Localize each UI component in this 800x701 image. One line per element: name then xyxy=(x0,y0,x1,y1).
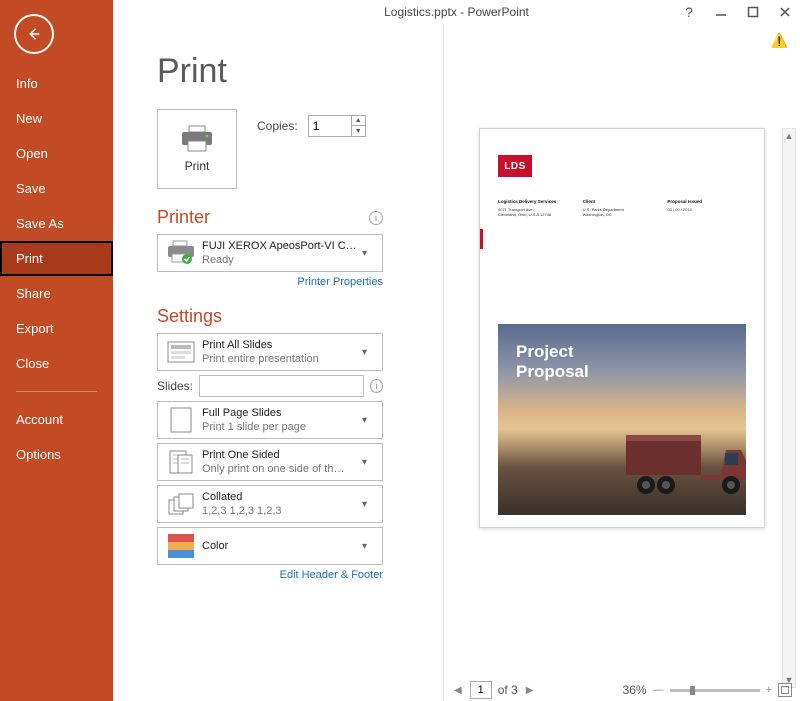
chevron-down-icon: ▾ xyxy=(362,541,376,552)
back-button[interactable] xyxy=(14,14,54,54)
fit-to-window-icon[interactable] xyxy=(778,683,792,697)
preview-page: LDS Logistics Delivery Services4071 Tran… xyxy=(479,128,765,528)
slide-title: ProjectProposal xyxy=(516,342,589,382)
print-button-label: Print xyxy=(185,159,210,173)
hero-image: ProjectProposal xyxy=(498,324,746,515)
copies-up-icon[interactable]: ▲ xyxy=(352,116,365,126)
chevron-down-icon: ▾ xyxy=(362,248,376,259)
page-number-input[interactable] xyxy=(470,681,492,699)
sidebar-item-saveas[interactable]: Save As xyxy=(0,206,113,241)
chevron-down-icon: ▾ xyxy=(362,499,376,510)
print-backstage: Print Print Copies: xyxy=(113,0,800,701)
preview-footer: ◀ of 3 ▶ 36% — + xyxy=(444,679,800,701)
color-icon xyxy=(164,532,198,560)
backstage-sidebar: Info New Open Save Save As Print Share E… xyxy=(0,0,113,701)
sidebar-separator xyxy=(16,391,97,392)
printer-properties-link[interactable]: Printer Properties xyxy=(157,276,383,288)
sidebar-item-open[interactable]: Open xyxy=(0,136,113,171)
copies-stepper[interactable]: ▲ ▼ xyxy=(308,115,366,137)
print-button[interactable]: Print xyxy=(157,109,237,189)
printer-info-icon[interactable]: i xyxy=(369,211,383,225)
slides-range-label: Slides: xyxy=(157,379,193,393)
printer-selector[interactable]: FUJI XEROX ApeosPort-VI C3… Ready ▾ xyxy=(157,234,383,272)
accent-bar xyxy=(480,229,483,249)
all-slides-icon xyxy=(164,338,198,366)
printer-name: FUJI XEROX ApeosPort-VI C3… xyxy=(202,239,362,253)
settings-section-title: Settings xyxy=(157,306,383,327)
print-scope-selector[interactable]: Print All Slides Print entire presentati… xyxy=(157,333,383,371)
sidebar-item-info[interactable]: Info xyxy=(0,66,113,101)
preview-scrollbar[interactable]: ▲ ▼ xyxy=(782,128,796,688)
truck-illustration xyxy=(626,425,746,505)
company-logo: LDS xyxy=(498,155,532,177)
edit-header-footer-link[interactable]: Edit Header & Footer xyxy=(157,569,383,581)
page-total: of 3 xyxy=(498,683,518,697)
scroll-up-icon[interactable]: ▲ xyxy=(783,129,795,143)
slide-layout-selector[interactable]: Full Page Slides Print 1 slide per page … xyxy=(157,401,383,439)
printer-section-title: Printer i xyxy=(157,207,383,228)
sidebar-item-new[interactable]: New xyxy=(0,101,113,136)
printer-icon xyxy=(180,125,214,153)
chevron-down-icon: ▾ xyxy=(362,415,376,426)
print-options-panel: Print Print Copies: xyxy=(113,24,433,701)
color-selector[interactable]: Color ▾ xyxy=(157,527,383,565)
sidebar-item-close[interactable]: Close xyxy=(0,346,113,381)
page-title: Print xyxy=(157,52,433,91)
print-sides-selector[interactable]: Print One Sided Only print on one side o… xyxy=(157,443,383,481)
sidebar-item-save[interactable]: Save xyxy=(0,171,113,206)
copies-input[interactable] xyxy=(309,119,351,133)
print-preview-panel: ▲ ▼ LDS Logistics Delivery Services4071 … xyxy=(444,24,800,701)
zoom-out-icon[interactable]: — xyxy=(653,684,664,696)
sidebar-item-print[interactable]: Print xyxy=(0,241,113,276)
zoom-level: 36% xyxy=(623,683,647,697)
collated-icon xyxy=(164,490,198,518)
back-arrow-icon xyxy=(25,25,43,43)
zoom-in-icon[interactable]: + xyxy=(766,684,772,696)
sidebar-item-export[interactable]: Export xyxy=(0,311,113,346)
copies-down-icon[interactable]: ▼ xyxy=(352,126,365,136)
zoom-slider[interactable] xyxy=(670,689,760,692)
document-meta: Logistics Delivery Services4071 Transpor… xyxy=(498,199,746,217)
collate-selector[interactable]: Collated 1,2,3 1,2,3 1,2,3 ▾ xyxy=(157,485,383,523)
sidebar-item-share[interactable]: Share xyxy=(0,276,113,311)
sidebar-item-options[interactable]: Options xyxy=(0,437,113,472)
one-sided-icon xyxy=(164,448,198,476)
slides-range-input[interactable] xyxy=(199,375,364,397)
printer-status-icon xyxy=(164,239,198,267)
copies-label: Copies: xyxy=(257,119,298,133)
prev-page-icon[interactable]: ◀ xyxy=(452,685,464,696)
full-page-icon xyxy=(164,406,198,434)
sidebar-item-account[interactable]: Account xyxy=(0,402,113,437)
chevron-down-icon: ▾ xyxy=(362,457,376,468)
slides-info-icon[interactable]: i xyxy=(370,379,383,393)
chevron-down-icon: ▾ xyxy=(362,347,376,358)
next-page-icon[interactable]: ▶ xyxy=(524,685,536,696)
printer-status: Ready xyxy=(202,253,362,267)
